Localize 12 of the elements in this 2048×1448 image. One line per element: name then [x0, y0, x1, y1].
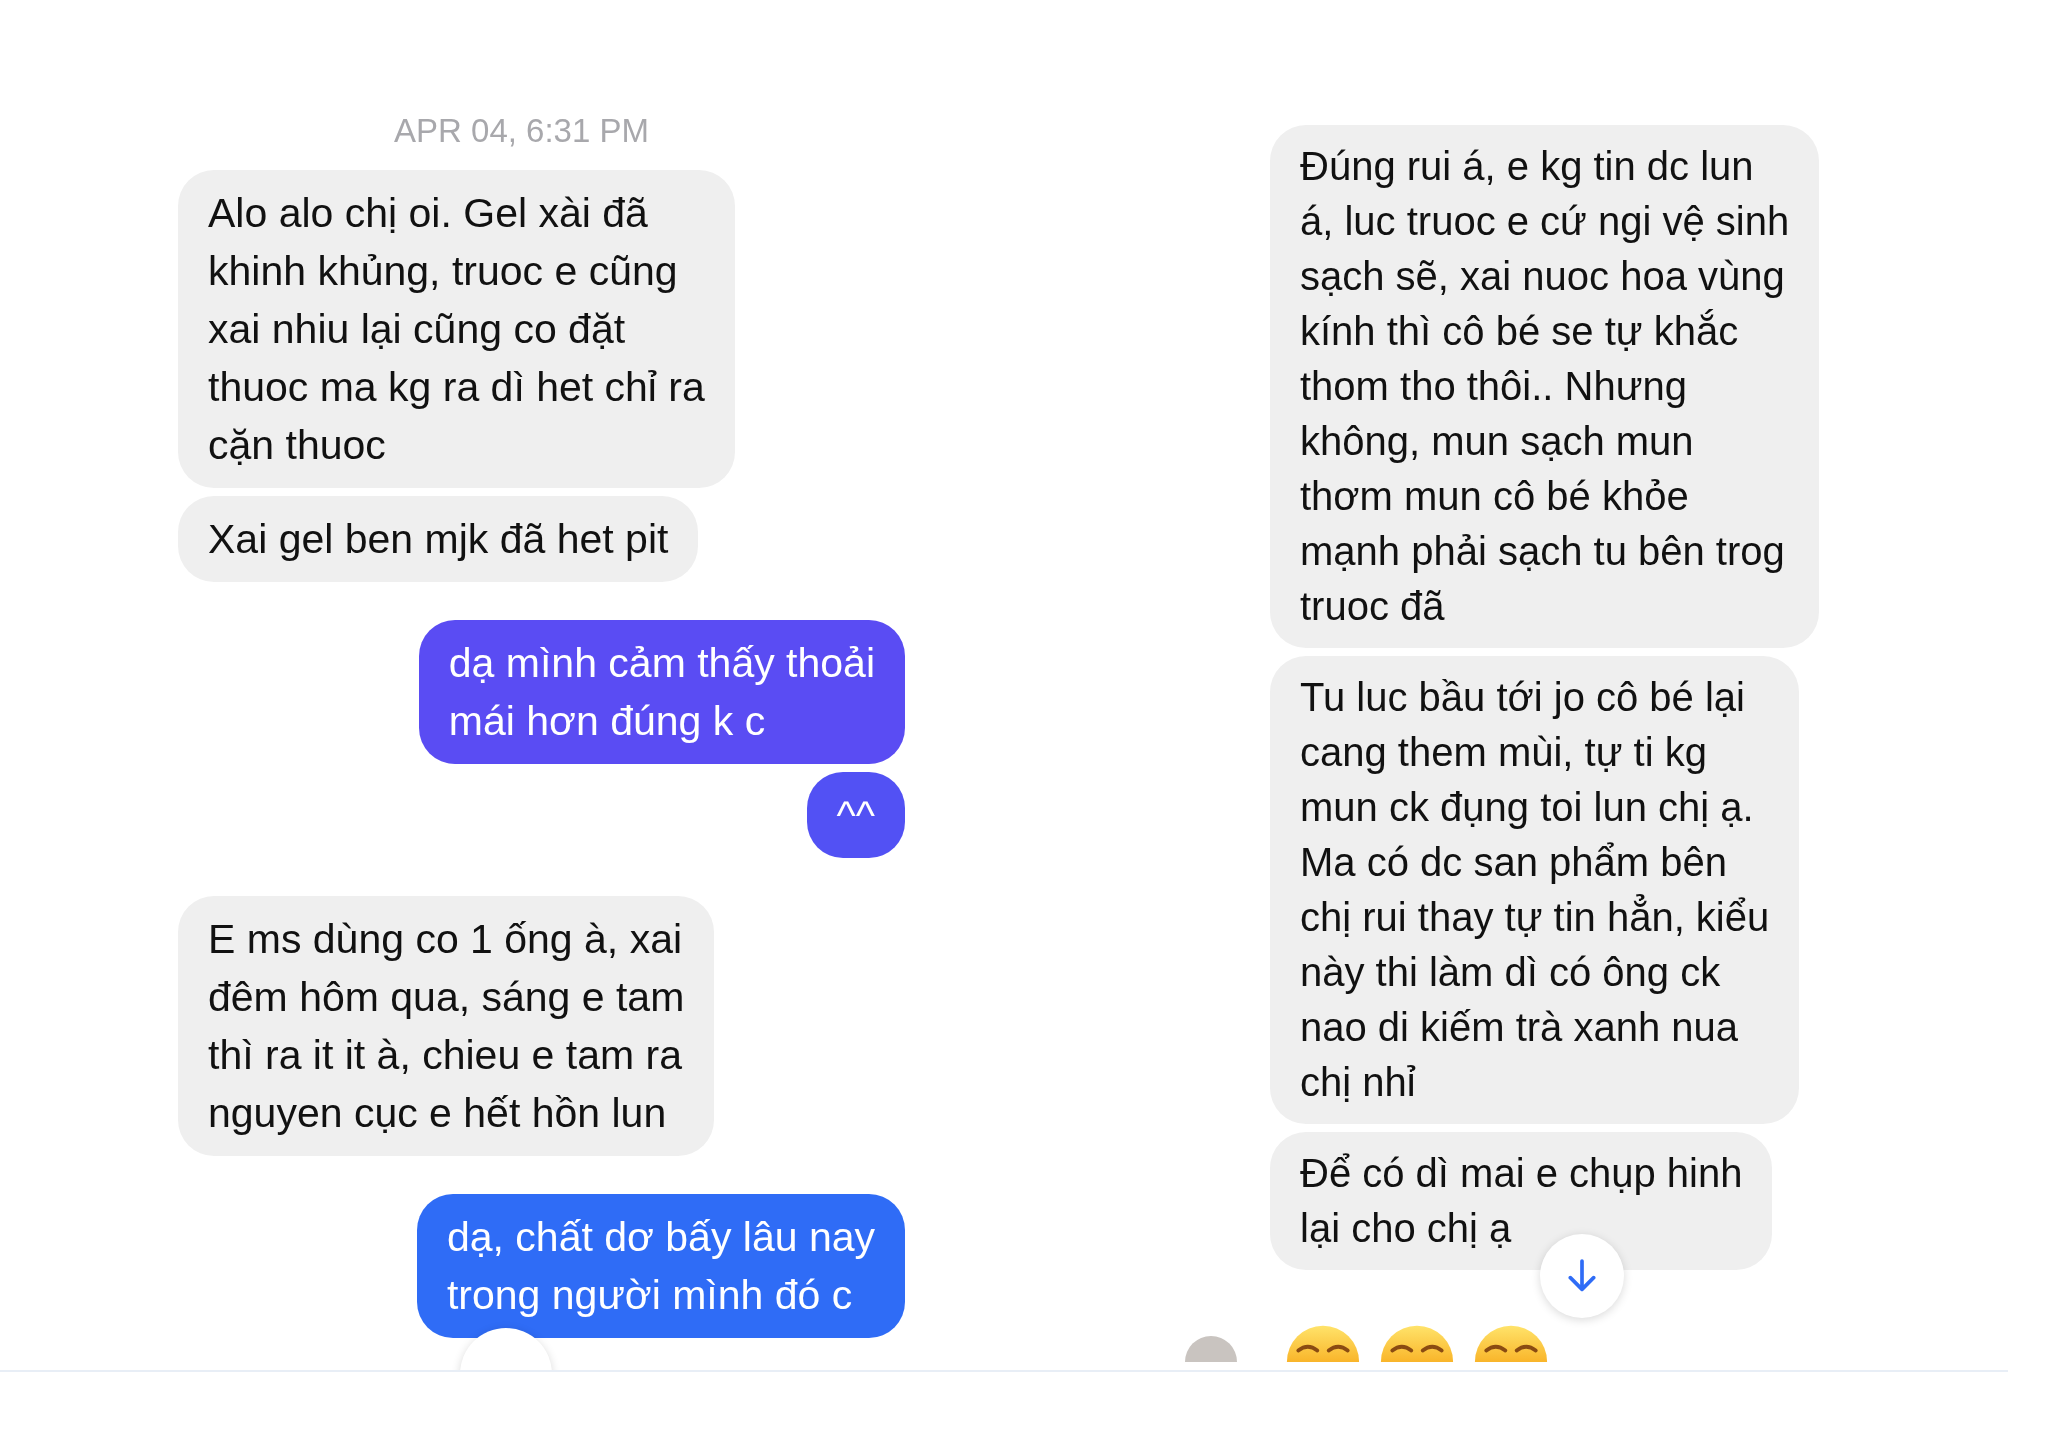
received-message: Để có dì mai e chụp hinh lại cho chị ạ [1270, 1132, 1773, 1270]
avatar [1185, 1336, 1237, 1362]
timestamp: APR 04, 6:31 PM [394, 112, 649, 150]
sent-message: dạ mình cảm thấy thoải mái hơn đúng k c [418, 620, 905, 764]
received-message: Đúng rui á, e kg tin dc lun á, luc truoc e cứ ngi vệ sinh sạch sẽ, xai nuoc hoa vùng kính thì cô bé se tự khắc thom tho thôi.. Nhưng không, mun sạch mun thơm mun cô bé khỏe mạnh phải sạch tu bên trog truoc đã [1270, 125, 1820, 648]
received-message: Tu luc bầu tới jo cô bé lại cang them mùi, tự ti kg mun ck đụng toi lun chị ạ. Ma có dc san phẩm bên chị rui thay tự tin hẳn, kiểu này thi làm dì có ông ck nao di kiếm trà xanh nua chị nhỉ [1270, 656, 1800, 1124]
received-message: E ms dùng co 1 ống à, xai đêm hôm qua, sáng e tam thì ra it it à, chieu e tam ra nguyen cục e hết hồn lun [178, 896, 715, 1156]
received-message: Xai gel ben mjk đã het pit [178, 496, 699, 582]
received-message: Alo alo chị oi. Gel xài đã khinh khủng, truoc e cũng xai nhiu lại cũng co đặt thuoc ma kg ra dì het chỉ ra cặn thuoc [178, 170, 735, 488]
scroll-down-button[interactable] [1540, 1234, 1624, 1318]
sent-message: dạ, chất dơ bấy lâu nay trong người mình đó c [416, 1194, 905, 1338]
sent-message: ^^ [806, 772, 905, 858]
